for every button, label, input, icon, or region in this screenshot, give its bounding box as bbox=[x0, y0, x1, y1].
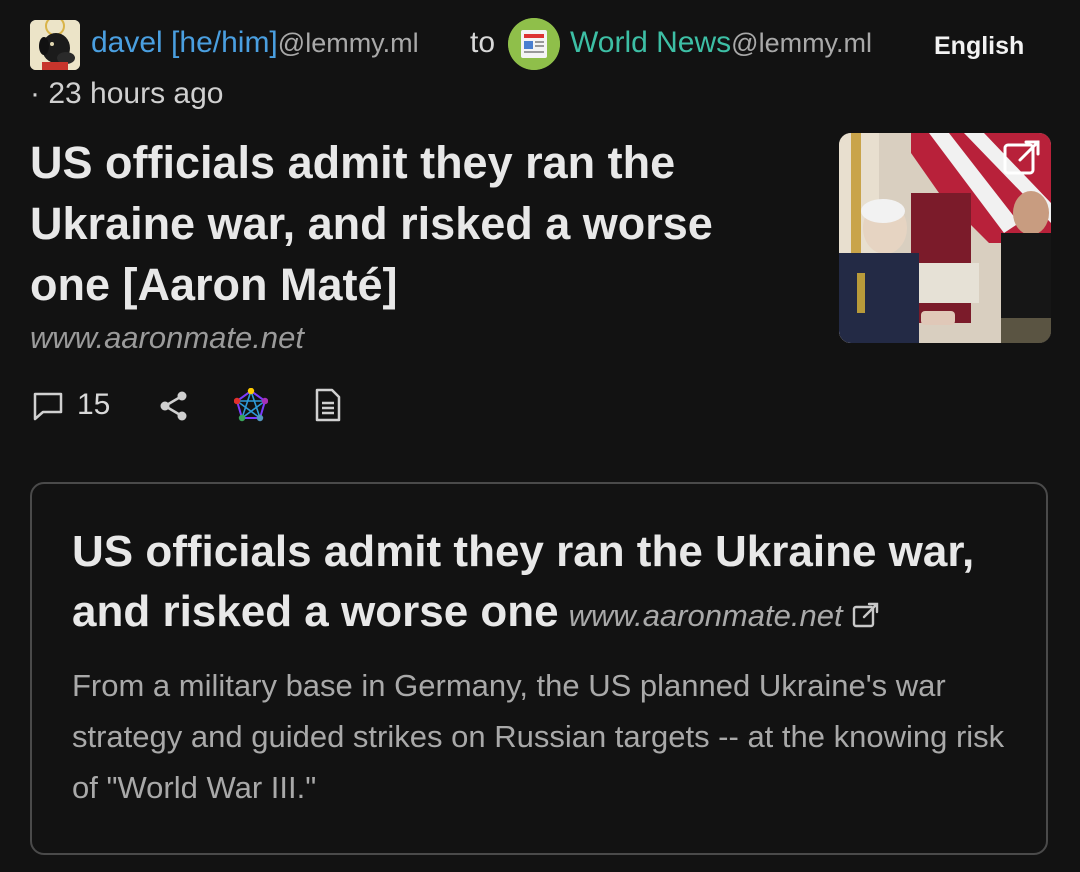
author-name[interactable]: davel [he/him] bbox=[91, 26, 278, 59]
post-meta-row: davel [he/him]@lemmy.ml to World News@le… bbox=[30, 18, 1050, 72]
author-instance[interactable]: @lemmy.ml bbox=[278, 28, 419, 58]
community-name[interactable]: World News bbox=[570, 26, 731, 59]
external-link-icon[interactable] bbox=[851, 600, 881, 630]
share-button[interactable] bbox=[158, 384, 192, 428]
link-embed-card[interactable]: US officials admit they ran the Ukraine … bbox=[30, 482, 1048, 855]
dog-avatar-icon bbox=[30, 20, 80, 70]
document-icon bbox=[315, 388, 341, 422]
post-title[interactable]: US officials admit they ran the Ukraine … bbox=[30, 132, 790, 315]
community-avatar[interactable] bbox=[508, 18, 560, 70]
newspaper-icon bbox=[508, 18, 560, 70]
share-icon bbox=[160, 391, 187, 421]
community-link[interactable]: World News@lemmy.ml bbox=[570, 26, 872, 60]
embed-domain[interactable]: www.aaronmate.net bbox=[569, 598, 843, 633]
community-instance[interactable]: @lemmy.ml bbox=[731, 28, 872, 58]
embed-title-block: US officials admit they ran the Ukraine … bbox=[72, 522, 1022, 646]
fediverse-button[interactable] bbox=[234, 384, 268, 428]
comments-button[interactable]: 15 bbox=[30, 384, 140, 428]
language-tag: English bbox=[934, 32, 1025, 60]
fediverse-icon bbox=[234, 388, 268, 422]
post-timestamp: · 23 hours ago bbox=[30, 77, 224, 110]
open-external-icon[interactable] bbox=[1000, 136, 1044, 180]
comment-count: 15 bbox=[77, 388, 111, 421]
post-domain-link[interactable]: www.aaronmate.net bbox=[30, 320, 304, 356]
view-source-button[interactable] bbox=[314, 384, 344, 428]
comment-icon bbox=[33, 392, 63, 421]
author-link[interactable]: davel [he/him]@lemmy.ml bbox=[91, 26, 419, 60]
to-label: to bbox=[470, 26, 496, 59]
embed-description: From a military base in Germany, the US … bbox=[72, 668, 1005, 805]
user-avatar[interactable] bbox=[30, 20, 80, 70]
